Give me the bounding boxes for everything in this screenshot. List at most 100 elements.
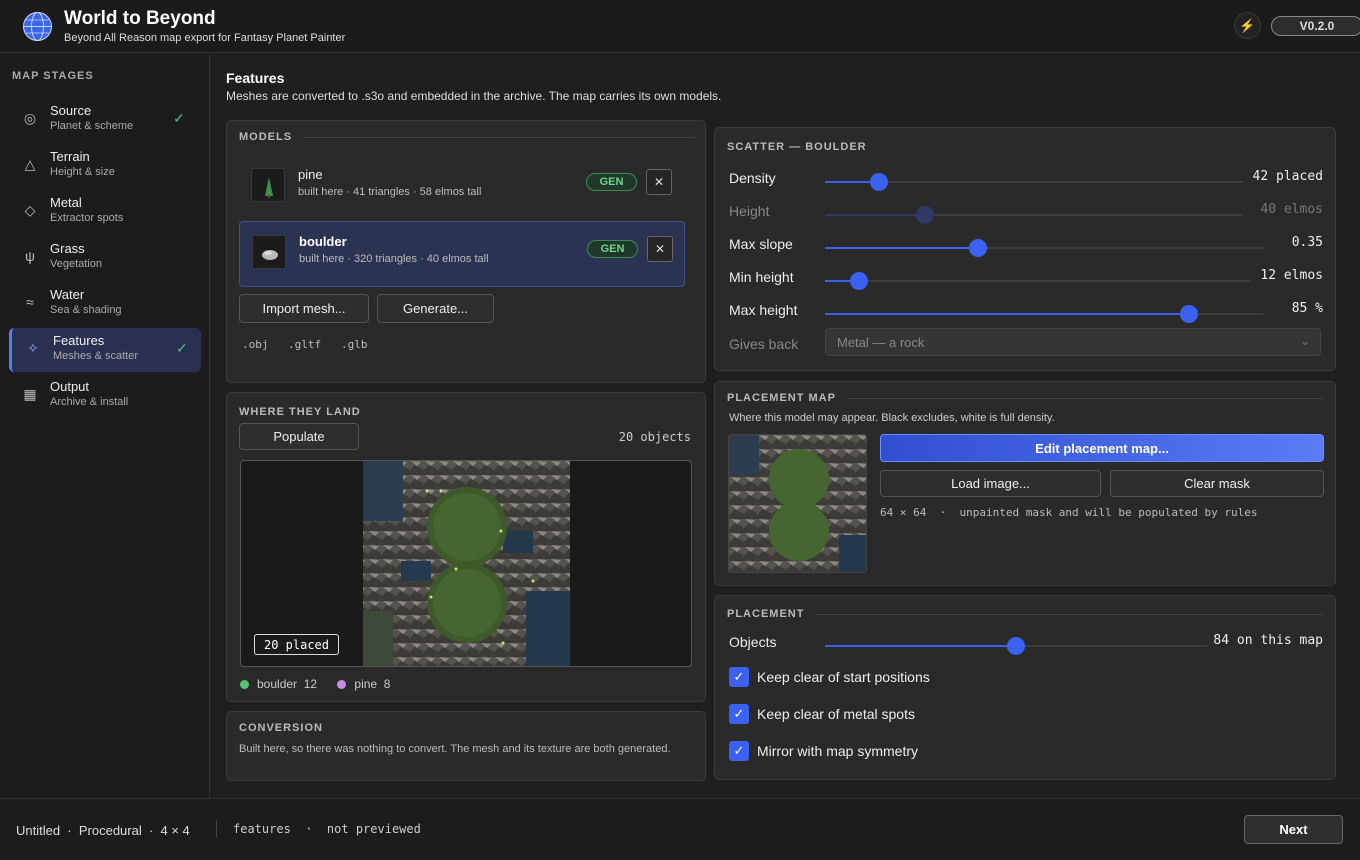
slider-value: 42 placed	[1252, 169, 1323, 184]
slider-value: 40 elmos	[1260, 202, 1323, 217]
sidebar-item-sub: Meshes & scatter	[53, 350, 138, 362]
placement-map-heading: PLACEMENT MAP	[727, 392, 1323, 404]
scatter-heading: SCATTER — BOULDER	[727, 141, 867, 153]
objects-slider-track[interactable]	[825, 637, 1207, 655]
sidebar-item-sub: Planet & scheme	[50, 120, 134, 132]
sidebar-item-label: Source	[50, 103, 92, 118]
sidebar-item-features[interactable]: ✧ Features Meshes & scatter ✓	[9, 328, 201, 372]
model-meta: built here · 41 triangles · 58 elmos tal…	[298, 186, 482, 198]
gives-back-select[interactable]: Metal — a rock ⌄	[825, 328, 1321, 356]
placement-map-thumbnail	[728, 434, 867, 573]
checkbox-row[interactable]: ✓ Mirror with map symmetry	[729, 741, 1129, 761]
objects-slider-knob[interactable]	[1007, 637, 1025, 655]
lightning-icon[interactable]: ⚡	[1234, 12, 1261, 39]
slider-row-height: Height 40 elmos	[729, 200, 1323, 224]
placed-badge: 20 placed	[254, 634, 339, 655]
checkbox[interactable]: ✓	[729, 704, 749, 724]
checkbox-label: Keep clear of metal spots	[757, 706, 915, 722]
model-row-pine[interactable]: pine built here · 41 triangles · 58 elmo…	[239, 155, 685, 221]
objects-value: 84 on this map	[1213, 633, 1323, 648]
check-icon: ✓	[173, 110, 185, 126]
model-row-boulder[interactable]: boulder built here · 320 triangles · 40 …	[239, 221, 685, 287]
clear-mask-button[interactable]: Clear mask	[1110, 470, 1324, 497]
sidebar-item-sub: Height & size	[50, 166, 115, 178]
slider-row-max-slope: Max slope 0.35	[729, 233, 1323, 257]
gives-back-label: Gives back	[729, 336, 799, 352]
load-image-button[interactable]: Load image...	[880, 470, 1101, 497]
slider-track[interactable]	[825, 305, 1263, 323]
checkbox[interactable]: ✓	[729, 667, 749, 687]
sidebar-item-metal[interactable]: ◇ Metal Extractor spots	[9, 190, 201, 234]
edit-placement-map-button[interactable]: Edit placement map...	[880, 434, 1324, 462]
stage-status: features · not previewed	[233, 822, 421, 836]
sidebar: MAP STAGES ◎ Source Planet & scheme ✓ △ Terra…	[0, 54, 210, 798]
pine-thumbnail	[251, 168, 285, 202]
sidebar-item-grass[interactable]: ψ Grass Vegetation	[9, 236, 201, 280]
slider-knob[interactable]	[969, 239, 987, 257]
checkbox-label: Keep clear of start positions	[757, 669, 930, 685]
slider-knob[interactable]	[870, 173, 888, 191]
slider-value: 0.35	[1291, 235, 1323, 250]
remove-model-button[interactable]: ✕	[646, 169, 672, 195]
legend-boulder: boulder 12	[240, 677, 317, 691]
slider-label: Density	[729, 170, 776, 186]
grid-icon: ▦	[23, 386, 37, 402]
remove-model-button[interactable]: ✕	[647, 236, 673, 262]
placement-card: PLACEMENT Objects 84 on this map ✓ Keep c…	[714, 595, 1336, 780]
sidebar-item-sub: Extractor spots	[50, 212, 124, 224]
sidebar-item-output[interactable]: ▦ Output Archive & install	[9, 374, 201, 418]
waves-icon: ≈	[26, 294, 34, 310]
sidebar-item-label: Grass	[50, 241, 85, 256]
next-button[interactable]: Next	[1244, 815, 1343, 844]
slider-fill	[825, 214, 925, 216]
checkbox-row[interactable]: ✓ Keep clear of metal spots	[729, 704, 1129, 724]
sidebar-item-label: Metal	[50, 195, 82, 210]
mask-preview-image	[729, 435, 866, 572]
tree-icon	[265, 177, 273, 198]
diamond-icon: ◇	[24, 202, 36, 218]
models-heading: MODELS	[239, 131, 695, 143]
objects-slider-row: Objects 84 on this map	[729, 631, 1323, 655]
slider-track[interactable]	[825, 272, 1251, 290]
slider-label: Max height	[729, 302, 798, 318]
sidebar-item-label: Output	[50, 379, 90, 394]
where-they-land-card: WHERE THEY LAND Populate 20 objects 20 p…	[226, 392, 706, 702]
gen-badge: GEN	[587, 240, 638, 258]
slider-knob	[916, 206, 934, 224]
slider-track[interactable]	[825, 239, 1263, 257]
sidebar-item-water[interactable]: ≈ Water Sea & shading	[9, 282, 201, 326]
slider-label: Height	[729, 203, 770, 219]
generate-button[interactable]: Generate...	[377, 294, 494, 323]
page-title: Features	[226, 70, 285, 86]
legend: boulder 12 pine 8	[240, 677, 390, 691]
objects-slider-fill	[825, 645, 1016, 647]
project-summary: Untitled · Procedural · 4 × 4	[16, 823, 190, 838]
ext-glb: .glb	[341, 338, 368, 351]
target-icon: ◎	[23, 110, 37, 126]
check-icon: ✓	[176, 340, 188, 356]
checkbox[interactable]: ✓	[729, 741, 749, 761]
slider-label: Max slope	[729, 236, 793, 252]
sprout-icon: ψ	[25, 248, 35, 264]
checkbox-row[interactable]: ✓ Keep clear of start positions	[729, 667, 1129, 687]
slider-fill	[825, 313, 1189, 315]
ext-obj: .obj	[242, 338, 269, 351]
slider-fill	[825, 247, 978, 249]
slider-track[interactable]	[825, 173, 1243, 191]
sidebar-item-source[interactable]: ◎ Source Planet & scheme ✓	[9, 98, 201, 142]
ext-gltf: .gltf	[288, 338, 322, 351]
globe-logo-icon	[23, 12, 52, 41]
sidebar-item-sub: Archive & install	[50, 396, 129, 408]
slider-knob[interactable]	[850, 272, 868, 290]
status-bar: Untitled · Procedural · 4 × 4 features ·…	[0, 798, 1360, 860]
populate-button[interactable]: Populate	[239, 423, 359, 450]
placement-heading: PLACEMENT	[727, 608, 1323, 620]
sidebar-item-label: Terrain	[50, 149, 90, 164]
sidebar-heading: MAP STAGES	[12, 70, 94, 82]
import-mesh-button[interactable]: Import mesh...	[239, 294, 369, 323]
sidebar-item-terrain[interactable]: △ Terrain Height & size	[9, 144, 201, 188]
slider-knob[interactable]	[1180, 305, 1198, 323]
slider-row-density: Density 42 placed	[729, 167, 1323, 191]
app-title: World to Beyond	[64, 8, 216, 29]
model-meta: built here · 320 triangles · 40 elmos ta…	[299, 253, 489, 265]
